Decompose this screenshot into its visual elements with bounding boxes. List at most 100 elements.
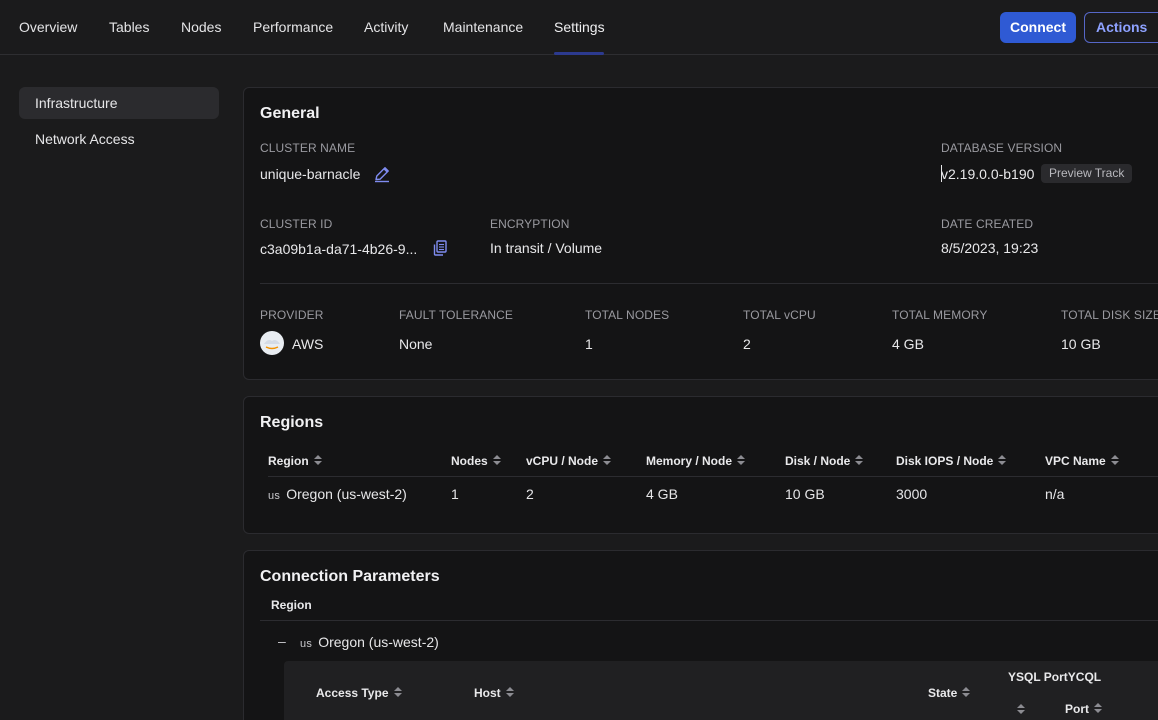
top-nav: Overview Tables Nodes Performance Activi… [0, 0, 1158, 55]
col-vpc-name[interactable]: VPC Name [1045, 454, 1119, 468]
col-disk-iops-per-node[interactable]: Disk IOPS / Node [896, 454, 1007, 468]
iops-cell: 3000 [896, 486, 928, 502]
general-card: General CLUSTER NAME unique-barnacle DAT… [243, 87, 1158, 380]
connection-parameters-title: Connection Parameters [260, 568, 440, 585]
col-host-label: Host [474, 686, 501, 700]
col-ycql-port[interactable]: Port [1065, 702, 1102, 716]
col-disk-label: Disk / Node [785, 454, 851, 468]
encryption-value: In transit / Volume [490, 240, 603, 256]
total-nodes-label: TOTAL NODES [585, 308, 670, 322]
ysql-port-sort[interactable] [1012, 703, 1025, 717]
sort-icon [737, 455, 746, 466]
col-vcpu-label: vCPU / Node [526, 454, 599, 468]
sort-icon [505, 687, 514, 698]
region-name: Oregon (us-west-2) [286, 486, 407, 502]
memory-cell: 4 GB [646, 486, 678, 502]
fault-tolerance-label: FAULT TOLERANCE [399, 308, 513, 322]
disk-cell: 10 GB [785, 486, 825, 502]
total-vcpu-value: 2 [743, 336, 751, 352]
col-state[interactable]: State [928, 686, 971, 700]
provider-label: PROVIDER [260, 308, 324, 322]
encryption-label: ENCRYPTION [490, 217, 570, 231]
col-ysql-port-label: YSQL Port [1008, 670, 1068, 684]
sort-icon [962, 687, 971, 698]
cluster-id-value: c3a09b1a-da71-4b26-9... [260, 241, 418, 257]
col-memory-per-node[interactable]: Memory / Node [646, 454, 746, 468]
vcpu-cell: 2 [526, 486, 534, 502]
actions-label: Actions [1096, 19, 1148, 35]
total-memory-value: 4 GB [892, 336, 924, 352]
preview-track-badge: Preview Track [1041, 164, 1133, 183]
total-memory-label: TOTAL MEMORY [892, 308, 988, 322]
col-ycql-label: YCQL [1067, 670, 1102, 684]
tab-overview[interactable]: Overview [19, 19, 77, 35]
connection-region-header: Region [271, 598, 312, 612]
total-disk-value: 10 GB [1061, 336, 1101, 352]
col-host[interactable]: Host [474, 686, 514, 700]
date-created-label: DATE CREATED [941, 217, 1034, 231]
date-created-value: 8/5/2023, 19:23 [941, 240, 1039, 256]
col-region-label: Region [268, 454, 309, 468]
database-version-value: v2.19.0.0-b190 [941, 166, 1035, 182]
tab-settings[interactable]: Settings [554, 19, 605, 35]
tab-performance[interactable]: Performance [253, 19, 333, 35]
col-nodes-label: Nodes [451, 454, 488, 468]
flag-icon: us [268, 490, 281, 502]
sort-icon [393, 687, 402, 698]
connection-header-divider [260, 620, 1158, 621]
sidebar-item-network-access[interactable]: Network Access [19, 123, 219, 155]
tab-tables[interactable]: Tables [109, 19, 149, 35]
sort-icon [855, 455, 864, 466]
general-divider [260, 283, 1158, 284]
sort-icon [313, 455, 322, 466]
flag-icon: us [300, 638, 313, 650]
provider-value: AWS [292, 336, 324, 352]
sort-icon [1017, 704, 1025, 715]
sort-icon [492, 455, 501, 466]
database-version-label: DATABASE VERSION [941, 141, 1063, 155]
general-title: General [260, 105, 320, 122]
total-disk-label: TOTAL DISK SIZE [1061, 308, 1158, 322]
col-state-label: State [928, 686, 958, 700]
connection-region-name: Oregon (us-west-2) [318, 634, 439, 650]
aws-logo-icon [260, 331, 284, 355]
total-nodes-value: 1 [585, 336, 593, 352]
connection-parameters-card: Connection Parameters Region – us Oregon … [243, 550, 1158, 720]
col-access-type-label: Access Type [316, 686, 389, 700]
copy-icon[interactable] [431, 239, 449, 260]
connection-region-row[interactable]: us Oregon (us-west-2) [300, 634, 439, 650]
regions-title: Regions [260, 414, 324, 431]
col-region[interactable]: Region [268, 454, 322, 468]
cluster-id-label: CLUSTER ID [260, 217, 333, 231]
cluster-name-value: unique-barnacle [260, 166, 361, 182]
col-port-label: Port [1065, 702, 1089, 716]
tab-maintenance[interactable]: Maintenance [443, 19, 523, 35]
tab-nodes[interactable]: Nodes [181, 19, 221, 35]
col-vcpu-per-node[interactable]: vCPU / Node [526, 454, 612, 468]
connection-details-panel: Access Type Host State YSQL PortYCQL Por… [284, 661, 1158, 720]
regions-card: Regions Region Nodes vCPU / Node Memory … [243, 396, 1158, 534]
col-access-type[interactable]: Access Type [316, 686, 402, 700]
sort-icon [1094, 703, 1102, 714]
col-nodes[interactable]: Nodes [451, 454, 501, 468]
col-memory-label: Memory / Node [646, 454, 733, 468]
col-disk-per-node[interactable]: Disk / Node [785, 454, 864, 468]
actions-button[interactable]: Actions∨ [1084, 12, 1158, 43]
col-ysql-port: YSQL PortYCQL [1008, 670, 1101, 684]
sidebar-item-infrastructure[interactable]: Infrastructure [19, 87, 219, 119]
connect-button[interactable]: Connect [1000, 12, 1076, 43]
tab-activity[interactable]: Activity [364, 19, 408, 35]
collapse-icon[interactable]: – [278, 633, 286, 649]
nodes-cell: 1 [451, 486, 459, 502]
total-vcpu-label: TOTAL vCPU [743, 308, 816, 322]
sort-icon [1110, 455, 1119, 466]
edit-pencil-icon[interactable] [372, 164, 392, 187]
regions-header-divider [268, 476, 1158, 477]
col-iops-label: Disk IOPS / Node [896, 454, 994, 468]
cluster-name-label: CLUSTER NAME [260, 141, 356, 155]
col-vpc-label: VPC Name [1045, 454, 1106, 468]
region-cell: us Oregon (us-west-2) [268, 486, 407, 502]
text-cursor [941, 165, 942, 182]
active-tab-indicator [554, 52, 604, 55]
vpc-cell: n/a [1045, 486, 1065, 502]
